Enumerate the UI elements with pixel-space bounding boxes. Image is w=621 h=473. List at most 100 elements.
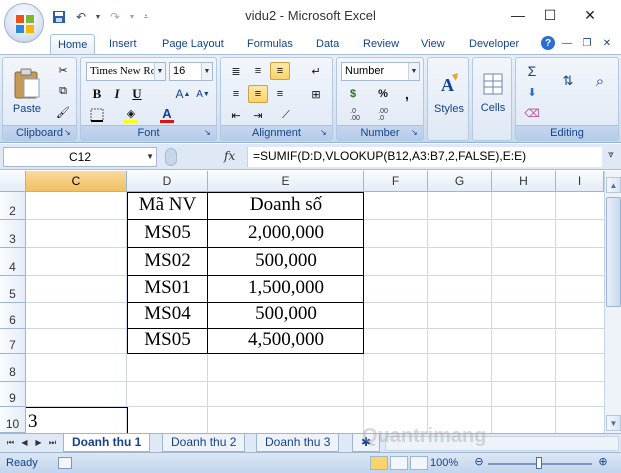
copy-icon[interactable]: ⧉ [53,82,73,100]
column-header-i[interactable]: I [556,171,604,192]
align-right-icon[interactable]: ≡ [270,85,290,103]
ribbon-restore-icon[interactable]: ❐ [579,36,595,50]
page-break-view-button[interactable] [410,456,428,470]
tab-data[interactable]: Data [309,34,346,55]
cell-d5[interactable]: MS01 [127,277,208,299]
italic-button[interactable]: I [107,85,127,103]
increase-indent-icon[interactable]: ⇥ [248,106,268,124]
sheet-tab-doanh-thu-3[interactable]: Doanh thu 3 [256,434,340,452]
fill-color-icon[interactable]: ◈ [121,106,141,124]
grow-font-icon[interactable]: A ▲ [173,85,193,103]
cell-d3[interactable]: MS05 [127,222,208,244]
ribbon-minimize-icon[interactable]: — [559,36,575,50]
sheet-tab-doanh-thu-1[interactable]: Doanh thu 1 [63,434,151,452]
insert-function-button[interactable]: fx [224,149,235,163]
column-header-e[interactable]: E [208,171,364,192]
row-header-6[interactable]: 6 [0,303,26,329]
next-sheet-icon[interactable]: ▶ [32,436,45,450]
percent-button[interactable]: % [373,85,393,103]
number-launcher-icon[interactable]: ↘ [411,128,420,137]
cell-c10[interactable]: 3 [28,411,38,433]
decrease-indent-icon[interactable]: ⇤ [226,106,246,124]
column-header-f[interactable]: F [364,171,428,192]
normal-view-button[interactable] [370,456,388,470]
office-button[interactable] [4,3,44,43]
row-header-10[interactable]: 10 [0,407,26,433]
clear-icon[interactable]: ⌫ [522,104,542,122]
first-sheet-icon[interactable]: ⏮ [4,436,17,450]
autosum-button[interactable]: Σ [522,62,542,80]
column-header-h[interactable]: H [492,171,556,192]
borders-icon[interactable] [87,106,107,124]
page-layout-view-button[interactable] [390,456,408,470]
row-header-3[interactable]: 3 [0,220,26,248]
zoom-in-icon[interactable]: ⊕ [596,456,610,470]
cell-e6[interactable]: 500,000 [208,303,364,325]
find-select-icon[interactable]: ⌕ [586,66,614,96]
merge-center-icon[interactable]: ⊞ [306,85,326,103]
cells-button[interactable]: Cells [474,62,512,124]
worksheet-grid[interactable]: C D E F G H I 2 3 4 5 6 7 8 9 10 Mã NV D… [0,171,604,433]
sort-filter-icon[interactable]: ⇅ [554,66,582,96]
zoom-out-icon[interactable]: ⊖ [472,456,486,470]
name-box[interactable]: C12 ▼ [3,147,157,167]
align-top-icon[interactable]: ≣ [226,62,246,80]
bold-button[interactable]: B [87,85,107,103]
tab-view[interactable]: View [414,34,452,55]
vertical-scroll-thumb[interactable] [606,197,621,307]
cell-e7[interactable]: 4,500,000 [208,329,364,351]
styles-button[interactable]: A Styles [430,62,468,124]
cell-d6[interactable]: MS04 [127,303,208,325]
scroll-up-arrow-icon[interactable]: ▲ [606,177,621,193]
row-header-5[interactable]: 5 [0,276,26,303]
font-launcher-icon[interactable]: ↘ [204,128,213,137]
wrap-text-icon[interactable]: ↵ [306,62,326,80]
font-color-icon[interactable]: A [157,106,177,124]
alignment-launcher-icon[interactable]: ↘ [320,128,329,137]
font-name-combo[interactable]: Times New Ro ▼ [86,62,166,81]
align-center-icon[interactable]: ≡ [248,85,268,103]
help-icon[interactable]: ? [541,36,555,50]
ribbon-close-icon[interactable]: ✕ [599,36,615,50]
tab-insert[interactable]: Insert [102,34,144,55]
align-left-icon[interactable]: ≡ [226,85,246,103]
cell-e5[interactable]: 1,500,000 [208,277,364,299]
select-all-corner[interactable] [0,171,26,192]
zoom-slider-knob[interactable] [536,457,542,469]
tab-formulas[interactable]: Formulas [240,34,300,55]
column-header-c[interactable]: C [26,171,127,192]
column-header-g[interactable]: G [428,171,492,192]
formula-input[interactable]: =SUMIF(D:D,VLOOKUP(B12,A3:B7,2,FALSE),E:… [247,147,602,167]
cell-d7[interactable]: MS05 [127,329,208,351]
currency-button[interactable]: $ [343,85,363,103]
tab-review[interactable]: Review [356,34,406,55]
zoom-level[interactable]: 100% [430,457,458,469]
comma-button[interactable]: , [397,85,417,103]
tab-page-layout[interactable]: Page Layout [155,34,231,55]
number-format-combo[interactable]: Number ▼ [341,62,420,81]
macro-record-icon[interactable] [58,457,72,469]
tab-home[interactable]: Home [50,34,96,55]
vertical-scrollbar[interactable]: ▲ ▼ [604,171,621,433]
row-header-9[interactable]: 9 [0,382,26,407]
cell-e4[interactable]: 500,000 [208,250,364,272]
expand-formula-bar-icon[interactable]: ⩔ [604,149,618,165]
minimize-button[interactable]: — [503,4,533,26]
cell-d4[interactable]: MS02 [127,250,208,272]
fill-icon[interactable]: ⬇ [522,83,542,101]
cut-icon[interactable]: ✂ [53,61,73,79]
shrink-font-icon[interactable]: A ▼ [193,85,213,103]
column-header-d[interactable]: D [127,171,208,192]
increase-decimal-icon[interactable]: .0.00 [345,106,365,124]
row-header-7[interactable]: 7 [0,329,26,354]
font-size-combo[interactable]: 16 ▼ [169,62,213,81]
close-button[interactable]: ✕ [575,4,605,26]
format-painter-icon[interactable]: 🖌 [53,103,73,121]
scroll-down-arrow-icon[interactable]: ▼ [606,415,621,431]
cell-d2[interactable]: Mã NV [127,194,208,216]
underline-button[interactable]: U [127,85,147,103]
cell-e3[interactable]: 2,000,000 [208,222,364,244]
paste-button[interactable]: Paste [7,60,47,122]
row-header-4[interactable]: 4 [0,248,26,276]
prev-sheet-icon[interactable]: ◀ [18,436,31,450]
